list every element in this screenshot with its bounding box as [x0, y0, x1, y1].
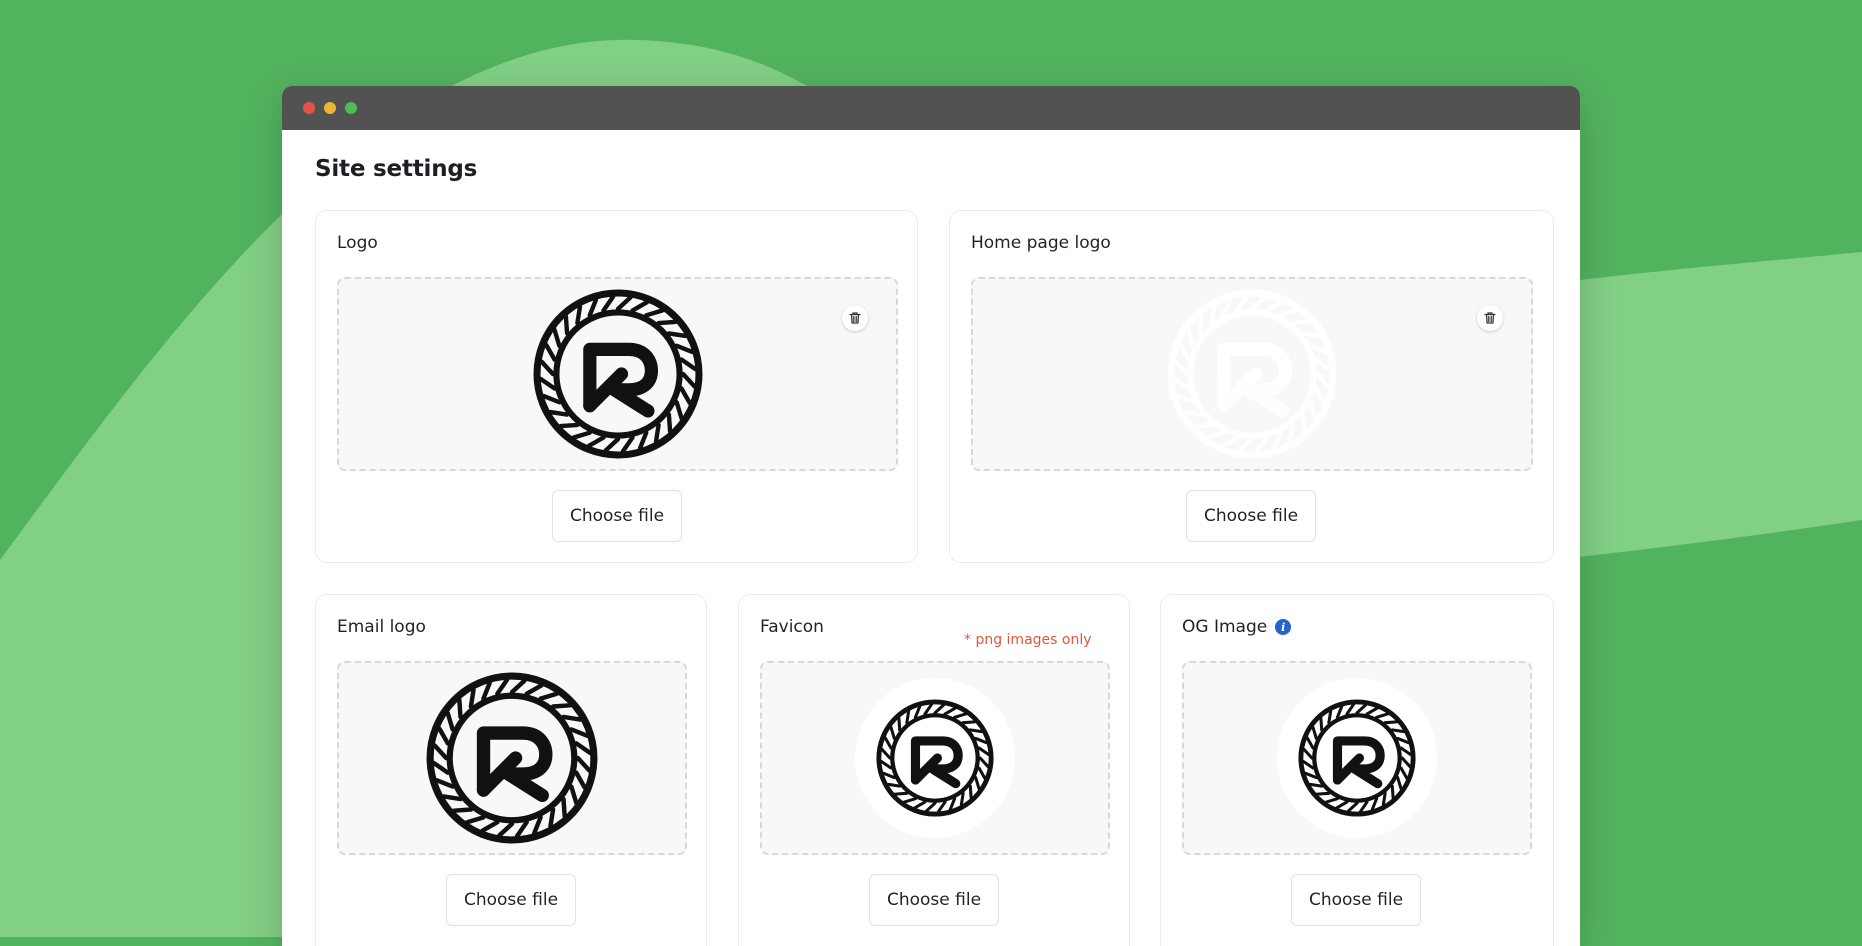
- maximize-window-button[interactable]: [345, 102, 357, 114]
- favicon-card-title: Favicon: [760, 617, 824, 637]
- home-page-logo-card-title: Home page logo: [971, 233, 1111, 253]
- favicon-image: [855, 678, 1015, 838]
- minimize-window-button[interactable]: [324, 102, 336, 114]
- email-logo-choose-file-button[interactable]: Choose file: [446, 874, 576, 926]
- logo-dropzone[interactable]: [337, 277, 898, 471]
- delete-home-page-logo-button[interactable]: [1477, 305, 1503, 331]
- favicon-dropzone[interactable]: [760, 661, 1110, 855]
- logo-card: Logo Choose file: [315, 210, 918, 563]
- close-window-button[interactable]: [303, 102, 315, 114]
- og-image-card-title: OG Image i: [1182, 617, 1292, 637]
- home-page-logo-choose-file-button[interactable]: Choose file: [1186, 490, 1316, 542]
- trash-icon: [1484, 312, 1496, 324]
- email-logo-card: Email logo Choose file: [315, 594, 707, 946]
- favicon-card: Favicon * png images only Choose file: [738, 594, 1130, 946]
- info-icon[interactable]: i: [1275, 619, 1292, 635]
- email-logo-dropzone[interactable]: [337, 661, 687, 855]
- logo-image: [530, 286, 706, 462]
- og-image-choose-file-button[interactable]: Choose file: [1291, 874, 1421, 926]
- og-image-image: [1277, 678, 1437, 838]
- home-page-logo-dropzone[interactable]: [971, 277, 1533, 471]
- page-title: Site settings: [315, 156, 478, 182]
- browser-window: Site settings Logo Choose file Home page…: [282, 86, 1580, 946]
- og-image-card: OG Image i Choose file: [1160, 594, 1554, 946]
- email-logo-image: [423, 669, 601, 847]
- logo-choose-file-button[interactable]: Choose file: [552, 490, 682, 542]
- home-page-logo-card: Home page logo Choose file: [949, 210, 1554, 563]
- png-only-note: * png images only: [964, 632, 1092, 648]
- og-image-dropzone[interactable]: [1182, 661, 1532, 855]
- logo-card-title: Logo: [337, 233, 378, 253]
- email-logo-card-title: Email logo: [337, 617, 426, 637]
- trash-icon: [849, 312, 861, 324]
- favicon-choose-file-button[interactable]: Choose file: [869, 874, 999, 926]
- home-page-logo-image: [1164, 286, 1340, 462]
- window-titlebar: [282, 86, 1580, 130]
- settings-content: Site settings Logo Choose file Home page…: [282, 130, 1580, 946]
- delete-logo-button[interactable]: [842, 305, 868, 331]
